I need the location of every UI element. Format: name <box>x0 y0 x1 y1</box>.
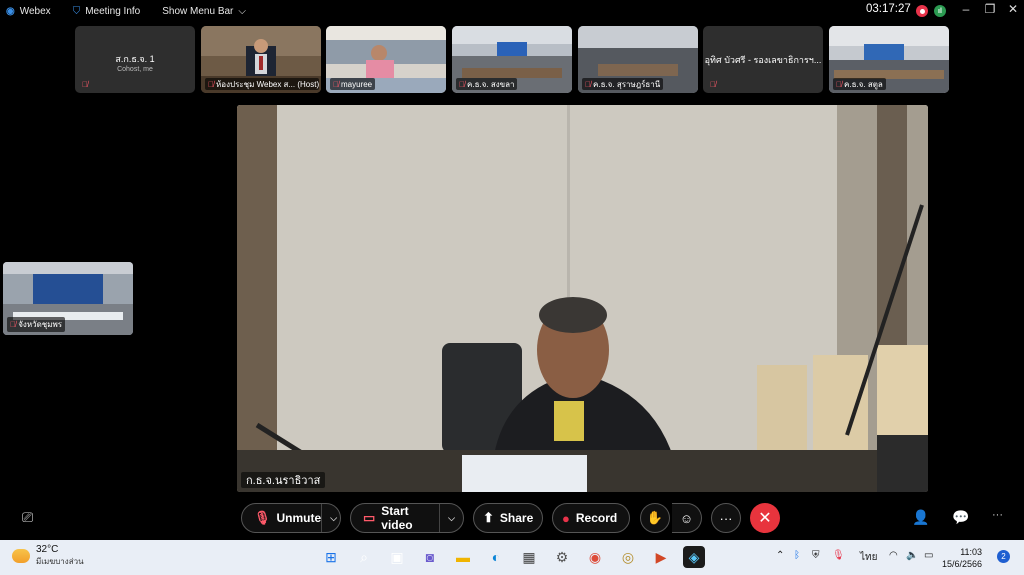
reactions-button[interactable]: ☺ <box>672 503 702 533</box>
more-options-button[interactable]: ··· <box>711 503 741 533</box>
mic-off-icon: 🎙̸ <box>710 79 716 89</box>
participant-name: อุทิศ บัวศรี - รองเลขาธิการฯ... <box>704 55 822 65</box>
clock-date: 15/6/2566 <box>942 559 983 569</box>
partly-cloudy-icon <box>12 549 30 563</box>
record-button[interactable]: ● Record <box>552 503 630 533</box>
participants-icon[interactable]: 👤 <box>912 509 929 526</box>
minimize-button[interactable]: – <box>956 2 976 16</box>
start-video-label: Start video <box>381 504 413 532</box>
clock-time: 11:03 <box>960 547 983 557</box>
emoji-icon: ☺ <box>679 510 694 526</box>
more-label: ··· <box>719 510 733 526</box>
system-clock[interactable]: 11:03 15/6/2566 <box>942 546 982 570</box>
settings-icon[interactable]: ⚙ <box>551 546 573 568</box>
participant-tile-5[interactable]: 🎙̸ ค.ธ.จ. สุราษฎร์ธานี <box>578 26 698 93</box>
participant-tile-1[interactable]: ส.ก.ธ.จ. 1 Cohost, me 🎙̸ <box>75 26 195 93</box>
close-window-button[interactable]: ✕ <box>1003 2 1023 16</box>
chevron-up-icon[interactable]: ⌃ <box>776 550 784 561</box>
close-icon: ✕ <box>758 510 772 527</box>
participant-label: ห้องประชุม Webex ส... (Host) <box>216 79 319 89</box>
active-speaker-video[interactable] <box>237 105 928 492</box>
restore-button[interactable]: ❐ <box>980 2 1000 16</box>
chevron-down-icon[interactable]: ⌵ <box>439 504 455 532</box>
participant-tile-3[interactable]: 🎙̸ mayuree <box>326 26 446 93</box>
shield-icon: ⛉ <box>72 5 81 17</box>
end-call-button[interactable]: ✕ <box>750 503 780 533</box>
meeting-info-label: Meeting Info <box>85 5 141 17</box>
chat-icon[interactable]: 💬 <box>952 509 969 526</box>
wifi-icon[interactable]: ◠ <box>889 550 898 561</box>
participant-tile-6[interactable]: อุทิศ บัวศรี - รองเลขาธิการฯ... 🎙̸ <box>703 26 823 93</box>
unmute-label: Unmute <box>276 511 322 525</box>
bluetooth-icon[interactable]: ᛒ <box>794 550 800 561</box>
weather-description: มีเมฆบางส่วน <box>36 557 84 566</box>
participant-name: ส.ก.ธ.จ. 1 <box>115 54 155 64</box>
language-indicator[interactable]: ไทย <box>860 550 877 565</box>
participant-tile-7[interactable]: 🎙̸ ค.ธ.จ. สตูล <box>829 26 949 93</box>
hand-icon: ✋ <box>646 510 664 525</box>
mic-off-icon: 🎙̸ <box>10 320 16 329</box>
participant-tile-2[interactable]: 🎙̸ ห้องประชุม Webex ส... (Host) <box>201 26 321 93</box>
unmute-button[interactable]: 🎙 Unmute ⌵ <box>241 503 341 533</box>
show-menu-bar-button[interactable]: Show Menu Bar ⌵ <box>162 0 246 22</box>
participant-tile-4[interactable]: 🎙̸ ค.ธ.จ. สงขลา <box>452 26 572 93</box>
share-label: Share <box>499 511 534 525</box>
show-menu-bar-label: Show Menu Bar <box>162 5 234 17</box>
start-menu-icon[interactable]: ⊞ <box>320 546 342 568</box>
video-off-icon: ▭ <box>363 510 376 525</box>
chat-app-icon[interactable]: ◙ <box>419 546 441 568</box>
captions-icon[interactable]: ⎚ <box>22 509 33 526</box>
raise-hand-button[interactable]: ✋ <box>640 503 670 533</box>
self-view[interactable]: 🎙̸ จังหวัดชุมพร <box>3 262 133 335</box>
seal-app-icon[interactable]: ◎ <box>617 546 639 568</box>
more-panels-icon[interactable]: ··· <box>992 509 1003 521</box>
speaker-video-feed <box>237 105 928 492</box>
edge-browser-icon[interactable]: ◐ <box>485 546 507 568</box>
security-icon[interactable]: ⛨ <box>812 550 820 561</box>
task-view-icon[interactable]: ▣ <box>386 546 408 568</box>
mic-off-icon: 🎙̸ <box>82 79 88 89</box>
search-icon[interactable]: ⌕ <box>353 546 375 568</box>
volume-icon[interactable]: 🔈 <box>906 550 918 561</box>
record-label: Record <box>575 511 618 525</box>
webex-menu[interactable]: ◉ Webex <box>6 0 51 22</box>
file-explorer-icon[interactable]: ▬ <box>452 546 474 568</box>
webex-meeting-window: ◉ Webex ⛉ Meeting Info Show Menu Bar ⌵ 0… <box>0 0 1024 575</box>
mic-muted-tray-icon[interactable]: 🎙 <box>832 550 845 561</box>
meeting-timer: 03:17:27 <box>866 3 911 15</box>
meeting-info-button[interactable]: ⛉ Meeting Info <box>73 0 141 22</box>
chrome-icon[interactable]: ◉ <box>584 546 606 568</box>
webex-logo-icon: ◉ <box>6 5 15 17</box>
participant-label: ค.ธ.จ. สงขลา <box>467 79 515 89</box>
weather-widget[interactable]: 32°C มีเมฆบางส่วน <box>12 544 84 568</box>
chevron-down-icon: ⌵ <box>238 5 246 17</box>
network-health-icon[interactable]: ıl <box>934 5 946 17</box>
share-icon: ⬆ <box>483 510 494 525</box>
mic-muted-icon: 🎙 <box>254 510 271 525</box>
participant-label: ค.ธ.จ. สตูล <box>844 79 883 89</box>
powerpoint-icon[interactable]: ▶ <box>650 546 672 568</box>
temperature: 32°C <box>36 544 59 555</box>
chevron-down-icon[interactable]: ⌵ <box>321 504 337 532</box>
store-icon[interactable]: ▦ <box>518 546 540 568</box>
participant-label: mayuree <box>341 79 373 89</box>
participant-label: ค.ธ.จ. สุราษฎร์ธานี <box>593 79 661 89</box>
recording-indicator-icon[interactable] <box>916 5 928 17</box>
webex-taskbar-icon[interactable]: ◈ <box>683 546 705 568</box>
active-speaker-label: ก.ธ.จ.นราธิวาส <box>241 472 326 488</box>
share-button[interactable]: ⬆ Share <box>473 503 543 533</box>
battery-icon[interactable]: ▭ <box>924 550 933 561</box>
record-icon: ● <box>562 510 570 526</box>
participant-role: Cohost, me <box>117 66 153 73</box>
self-view-label: จังหวัดชุมพร <box>18 320 63 329</box>
app-name: Webex <box>19 5 51 17</box>
notification-badge[interactable]: 2 <box>997 550 1010 563</box>
start-video-button[interactable]: ▭ Start video ⌵ <box>350 503 464 533</box>
